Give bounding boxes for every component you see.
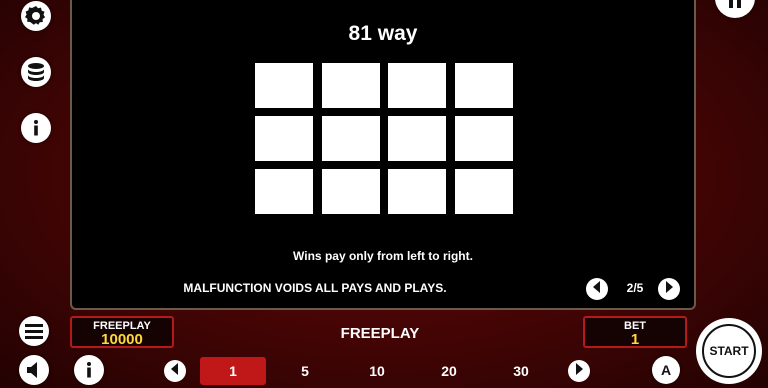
coin-stack-icon [25,61,47,83]
hamburger-icon [25,323,43,339]
pause-icon [727,0,743,10]
bet-option[interactable]: 5 [272,357,338,385]
info-icon [26,118,46,138]
chevron-right-icon [574,362,584,380]
grid-cell [455,116,513,161]
info-button-bottom[interactable] [74,355,104,385]
grid-cell [322,116,380,161]
start-button[interactable]: START [696,318,762,384]
grid-cell [322,63,380,108]
start-inner: START [702,324,756,378]
settings-button[interactable] [21,1,51,31]
info-icon [79,360,99,380]
menu-button[interactable] [19,316,49,346]
bet-value: 1 [630,331,640,348]
grid-cell [255,63,313,108]
start-label: START [709,344,749,358]
bet-decrease-button[interactable] [164,360,186,382]
grid-cell [388,169,446,214]
freeplay-status: FREEPLAY [340,325,420,342]
grid-cell [388,116,446,161]
grid-cell [255,116,313,161]
sound-button[interactable] [19,355,49,385]
bet-option[interactable]: 30 [488,357,554,385]
coins-button[interactable] [21,57,51,87]
prev-page-button[interactable] [586,278,608,300]
info-button-top[interactable] [21,113,51,143]
bet-option-selected[interactable]: 1 [200,357,266,385]
freeplay-value: 10000 [101,331,143,348]
grid-cell [455,169,513,214]
chevron-right-icon [664,280,674,298]
malfunction-disclaimer: MALFUNCTION VOIDS ALL PAYS AND PLAYS. [183,281,447,295]
win-direction-note: Wins pay only from left to right. [293,249,473,263]
gear-icon [24,4,48,28]
page-indicator: 2/5 [626,281,644,295]
bet-display: BET 1 [583,316,687,348]
pause-button[interactable] [715,0,755,18]
chevron-left-icon [592,280,602,298]
next-page-button[interactable] [658,278,680,300]
paytable-panel: 81 way Wins pay only from left to right. [70,0,696,310]
bet-option[interactable]: 10 [344,357,410,385]
grid-cell [388,63,446,108]
bet-option[interactable]: 20 [416,357,482,385]
autoplay-label: A [660,362,672,378]
grid-cell [255,169,313,214]
bet-increase-button[interactable] [568,360,590,382]
speaker-icon [25,361,43,379]
grid-cell [455,63,513,108]
autoplay-button[interactable]: A [652,356,680,384]
grid-cell [322,169,380,214]
freeplay-counter: FREEPLAY 10000 [70,316,174,348]
ways-title: 81 way [348,22,418,45]
chevron-left-icon [170,362,180,380]
